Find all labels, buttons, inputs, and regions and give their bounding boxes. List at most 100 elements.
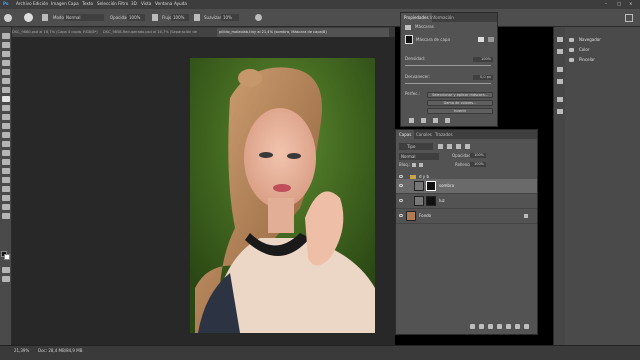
brush-size-icon[interactable] [24,13,33,22]
disable-mask-icon[interactable] [433,118,438,123]
blur-tool-icon[interactable] [2,141,10,147]
layer-opacity-value[interactable]: 100% [470,153,486,158]
brush-panel-icon[interactable] [42,14,48,21]
history-brush-icon[interactable] [2,114,10,120]
tab-dsc9858[interactable]: DSC_9858-Recuperado.psd al 16,7% (Separa… [101,28,218,37]
styles-icon[interactable] [557,79,563,84]
visibility-eye-icon[interactable] [399,214,403,217]
lock-position-icon[interactable] [419,163,423,167]
feather-value[interactable]: 0,0 px [473,75,493,80]
filter-pixel-icon[interactable] [438,144,443,149]
move-tool-icon[interactable] [2,33,10,39]
layer-row-background[interactable]: Fondo [396,209,537,224]
maximize-icon[interactable]: □ [617,1,621,6]
filter-adjustment-icon[interactable] [447,144,452,149]
menu-ayuda[interactable]: Ayuda [174,1,187,6]
background-color-swatch[interactable] [4,254,10,260]
tab-dsc9880[interactable]: DSC_9880.psd al 16,7% (Capa 4 copia, RGB… [10,28,102,37]
shape-tool-icon[interactable] [2,186,10,192]
pen-tool-icon[interactable] [2,159,10,165]
layer-row-selected[interactable]: sombra [396,179,537,194]
zoom-level[interactable]: 21,39% [14,348,29,354]
delete-mask-icon[interactable] [445,118,450,123]
blend-mode-select[interactable]: Normal [399,153,439,160]
hand-tool-icon[interactable] [2,195,10,201]
lock-pixels-icon[interactable] [412,163,416,167]
type-tool-icon[interactable] [2,168,10,174]
clone-stamp-icon[interactable] [2,105,10,111]
filter-type-icon[interactable] [456,144,461,149]
eraser-tool-icon[interactable] [2,123,10,129]
menu-texto[interactable]: Texto [82,1,93,6]
quick-mask-icon[interactable] [2,267,10,273]
crop-tool-icon[interactable] [2,69,10,75]
menu-vista[interactable]: Vista [141,1,151,6]
paragraph-icon[interactable] [557,109,563,114]
quick-select-tool-icon[interactable] [2,60,10,66]
feather-slider[interactable] [405,83,491,84]
path-select-icon[interactable] [2,177,10,183]
tab-layers[interactable]: Capas [396,130,415,139]
add-mask-icon[interactable] [488,324,493,329]
adjustments-icon[interactable] [557,67,563,72]
menu-archivo[interactable]: Archivo [16,1,32,6]
smoothing-input[interactable]: 10% [221,14,239,21]
lasso-tool-icon[interactable] [2,51,10,57]
screen-mode-icon[interactable] [2,276,10,282]
marquee-tool-icon[interactable] [2,42,10,48]
pressure-opacity-icon[interactable] [152,14,158,21]
layer-mask-thumbnail[interactable] [426,196,436,206]
filter-shape-icon[interactable] [465,144,470,149]
mode-select[interactable]: Normal [64,14,104,21]
brush-tool-icon[interactable] [2,96,10,102]
layer-row[interactable]: luz [396,194,537,209]
color-range-button[interactable]: Gama de colores... [427,100,493,106]
menu-capa[interactable]: Capa [68,1,79,6]
workspace-icon[interactable] [625,14,633,22]
healing-brush-icon[interactable] [2,87,10,93]
menu-3d[interactable]: 3D [131,1,137,6]
adjustment-layer-icon[interactable] [497,324,502,329]
fill-value[interactable]: 100% [470,162,486,167]
eyedropper-tool-icon[interactable] [2,78,10,84]
dock-brush[interactable]: Pincelar [565,55,640,65]
dodge-tool-icon[interactable] [2,150,10,156]
visibility-eye-icon[interactable] [399,175,403,178]
menu-ventana[interactable]: Ventana [155,1,172,6]
zoom-tool-icon[interactable] [2,204,10,210]
flow-input[interactable]: 100% [171,14,189,21]
layer-style-icon[interactable] [479,324,484,329]
history-icon[interactable] [557,37,563,42]
layer-name[interactable]: Fondo [419,213,431,218]
invert-button[interactable]: Invertir [427,108,493,114]
visibility-eye-icon[interactable] [399,184,403,187]
dock-color[interactable]: Color [565,45,640,55]
airbrush-icon[interactable] [194,14,200,21]
layer-name[interactable]: luz [439,198,445,203]
gradient-tool-icon[interactable] [2,132,10,138]
load-selection-icon[interactable] [409,118,414,123]
minimize-icon[interactable]: – [605,1,607,6]
tab-paths[interactable]: Trazados [432,130,456,139]
density-slider[interactable] [405,65,491,66]
tab-info[interactable]: Información [427,13,457,22]
tab-active-document[interactable]: pillido_maleolab.tiny al 21,4% (sombra, … [217,28,389,37]
density-value[interactable]: 100% [473,57,493,62]
dock-navigator[interactable]: Navegador [565,35,640,45]
delete-layer-icon[interactable] [524,324,529,329]
layer-name[interactable]: sombra [439,183,454,188]
pixel-mask-icon[interactable] [478,37,484,42]
layer-mask-thumbnail[interactable] [426,181,436,191]
portrait-photo[interactable] [190,58,375,333]
visibility-eye-icon[interactable] [399,199,403,202]
actions-icon[interactable] [557,49,563,54]
opacity-input[interactable]: 100% [127,14,145,21]
gear-icon[interactable] [255,14,262,21]
link-layers-icon[interactable] [470,324,475,329]
close-icon[interactable]: × [629,1,633,6]
apply-mask-icon[interactable] [421,118,426,123]
menu-seleccion[interactable]: Selección [97,1,117,6]
new-layer-icon[interactable] [515,324,520,329]
character-icon[interactable] [557,97,563,102]
menu-edicion[interactable]: Edición [33,1,48,6]
